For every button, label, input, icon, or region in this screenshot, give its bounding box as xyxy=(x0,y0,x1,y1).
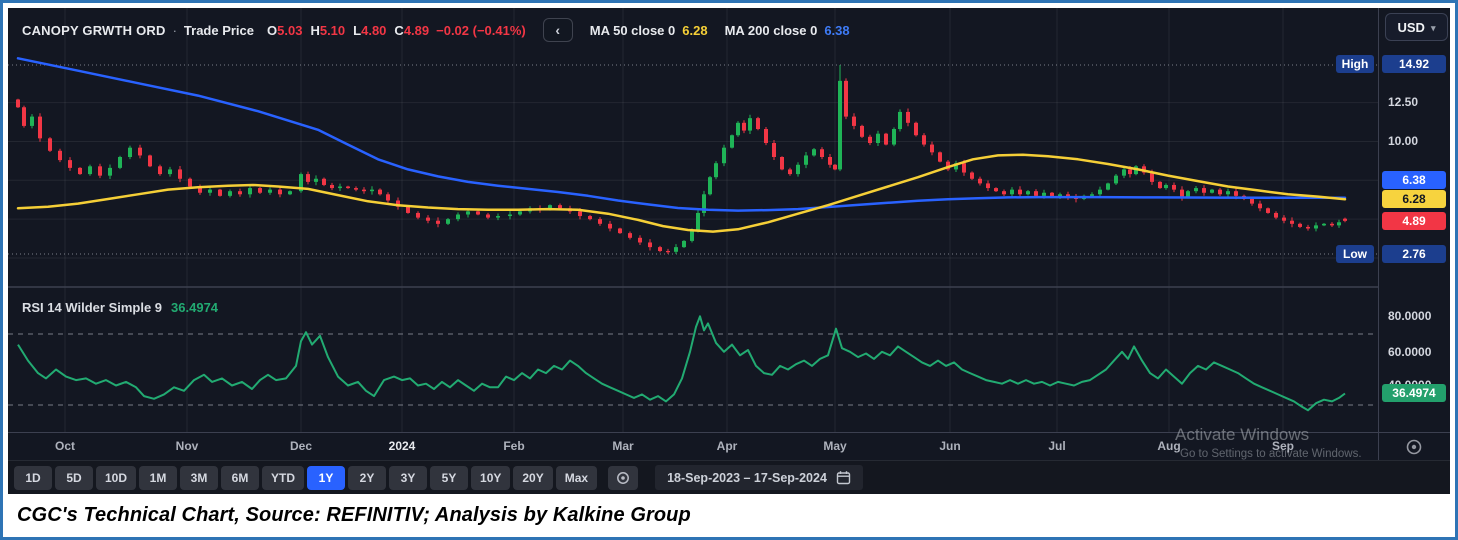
axis-tick-label: 12.50 xyxy=(1388,95,1419,109)
ma50-label: MA 50 close 0 xyxy=(589,22,676,38)
chart-legend: CANOPY GRWTH ORD · Trade Price O5.03 H5.… xyxy=(22,18,850,42)
ma200-label: MA 200 close 0 xyxy=(724,22,818,38)
time-axis-label: 2024 xyxy=(388,439,416,453)
date-range-text: 18-Sep-2023 – 17-Sep-2024 xyxy=(667,470,827,485)
time-axis-label: Aug xyxy=(1157,439,1181,453)
calendar-icon xyxy=(836,471,851,485)
close-value: C4.89 xyxy=(394,22,430,38)
ma50-value: 6.28 xyxy=(682,22,708,38)
time-axis-label: Apr xyxy=(716,439,738,453)
gear-icon xyxy=(617,471,630,484)
low-value: L4.80 xyxy=(353,22,387,38)
rsi-label: RSI 14 Wilder Simple 9 xyxy=(22,300,163,315)
range-button-10y[interactable]: 10Y xyxy=(471,465,511,490)
range-toolbar: 1D 5D 10D 1M 3M 6M YTD 1Y 2Y 3Y 5Y 10Y 20Y Max 18-Sep-… xyxy=(8,460,1450,494)
ohlc-values: O5.03 H5.10 L4.80 C4.89 xyxy=(267,23,429,38)
range-button-3y[interactable]: 3Y xyxy=(389,465,428,490)
ma50-price-badge: 6.28 xyxy=(1382,190,1446,208)
range-button-5d[interactable]: 5D xyxy=(55,465,93,490)
caption-text: CGC's Technical Chart, Source: REFINITIV… xyxy=(17,504,691,526)
high-label-tag: High xyxy=(1336,55,1374,73)
high-value: H5.10 xyxy=(310,22,346,38)
range-button-1m[interactable]: 1M xyxy=(139,465,178,490)
rsi-value: 36.4974 xyxy=(171,300,219,315)
axis-tick-label: 60.0000 xyxy=(1388,345,1432,359)
legend-separator: · xyxy=(172,22,177,38)
time-axis-label: Nov xyxy=(175,439,199,453)
series-type-label: Trade Price xyxy=(183,22,255,38)
range-settings-button[interactable] xyxy=(608,465,639,490)
range-button-6m[interactable]: 6M xyxy=(221,465,260,490)
change-value: −0.02 (−0.41%) xyxy=(436,22,526,38)
rsi-legend[interactable]: RSI 14 Wilder Simple 9 36.4974 xyxy=(22,300,218,315)
time-axis-label: Oct xyxy=(54,439,76,453)
range-button-ytd[interactable]: YTD xyxy=(262,465,305,490)
symbol-name[interactable]: CANOPY GRWTH ORD xyxy=(22,23,166,38)
ma200-legend[interactable]: MA 200 close 0 6.38 xyxy=(725,23,850,38)
axis-tick-label: 10.00 xyxy=(1388,134,1419,148)
axis-tick-label: 80.0000 xyxy=(1388,309,1432,323)
range-button-20y[interactable]: 20Y xyxy=(513,465,553,490)
trading-chart-window: CANOPY GRWTH ORD · Trade Price O5.03 H5.… xyxy=(8,8,1450,494)
ma50-legend[interactable]: MA 50 close 0 6.28 xyxy=(590,23,708,38)
last-price-badge: 4.89 xyxy=(1382,212,1446,230)
chevron-down-icon: ▾ xyxy=(1430,22,1436,33)
period-low-badge: 2.76 xyxy=(1382,245,1446,263)
low-label-tag: Low xyxy=(1336,245,1374,263)
legend-collapse-button[interactable]: ‹ xyxy=(542,18,573,42)
rsi-value-badge: 36.4974 xyxy=(1382,384,1446,402)
range-button-1y[interactable]: 1Y xyxy=(307,465,346,490)
range-button-max[interactable]: Max xyxy=(555,465,598,490)
time-axis-label: May xyxy=(823,439,847,453)
currency-label: USD xyxy=(1397,19,1425,35)
time-axis-label: Feb xyxy=(503,439,525,453)
image-caption: CGC's Technical Chart, Source: REFINITIV… xyxy=(8,494,1450,537)
range-button-2y[interactable]: 2Y xyxy=(348,465,387,490)
time-axis-label: Sep xyxy=(1271,439,1295,453)
range-button-1d[interactable]: 1D xyxy=(14,465,52,490)
time-axis-label: Jul xyxy=(1048,439,1066,453)
open-value: O5.03 xyxy=(267,22,303,38)
range-button-3m[interactable]: 3M xyxy=(180,465,219,490)
time-axis-label: Dec xyxy=(289,439,313,453)
currency-selector[interactable]: USD ▾ xyxy=(1385,13,1448,41)
time-axis-label: Mar xyxy=(612,439,634,453)
chart-canvas[interactable] xyxy=(8,8,1378,460)
framed-screenshot: CANOPY GRWTH ORD · Trade Price O5.03 H5.… xyxy=(0,0,1458,540)
time-axis-label: Jun xyxy=(939,439,961,453)
time-axis[interactable]: Oct Nov Dec 2024 Feb Mar Apr May Jun Jul Aug Sep xyxy=(8,432,1378,460)
ma200-value: 6.38 xyxy=(824,22,850,38)
chevron-left-icon: ‹ xyxy=(555,22,561,38)
ma200-price-badge: 6.38 xyxy=(1382,171,1446,189)
period-high-badge: 14.92 xyxy=(1382,55,1446,73)
price-scale[interactable]: 40.000060.000080.000010.0012.50 14.92 6.… xyxy=(1378,8,1450,460)
date-range-picker[interactable]: 18-Sep-2023 – 17-Sep-2024 xyxy=(655,465,863,490)
range-button-10d[interactable]: 10D xyxy=(96,465,137,490)
range-button-5y[interactable]: 5Y xyxy=(430,465,469,490)
